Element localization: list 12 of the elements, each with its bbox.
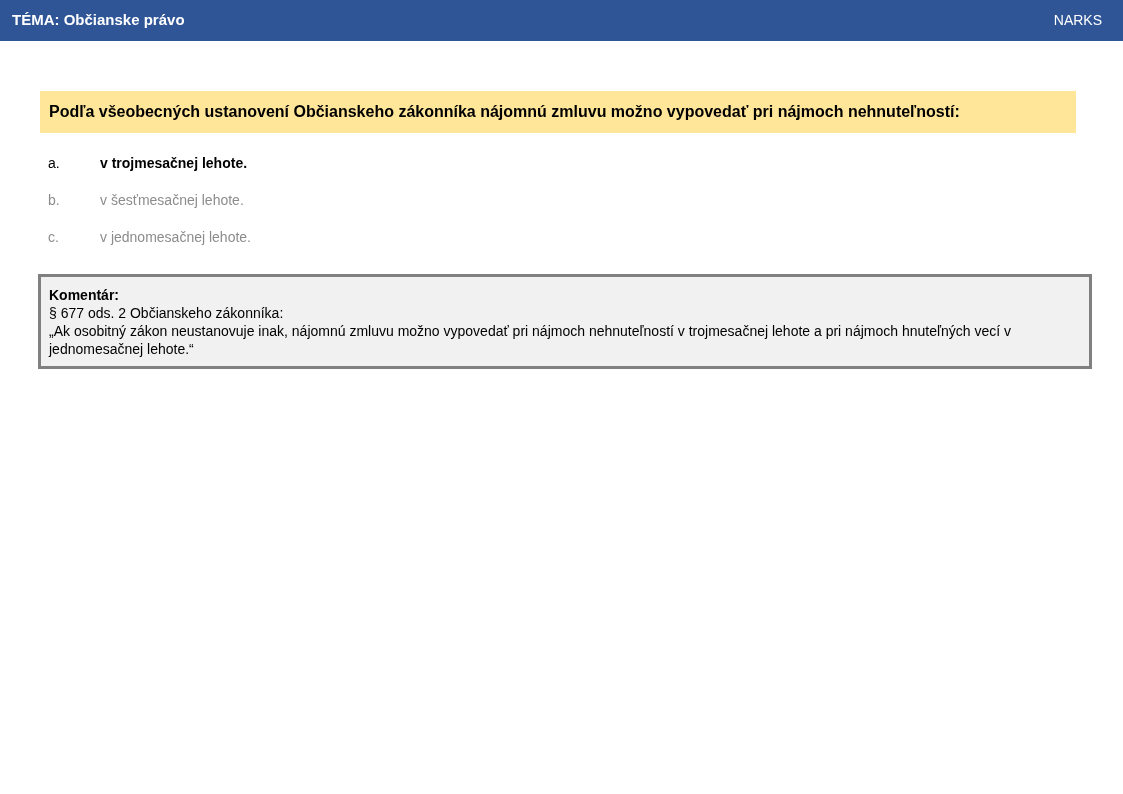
comment-source: § 677 ods. 2 Občianskeho zákonníka: xyxy=(49,304,285,322)
answer-option: v šesťmesačnej lehote. xyxy=(100,190,244,211)
brand-label: NARKS xyxy=(1053,11,1102,30)
answer-letter: a. xyxy=(48,154,61,173)
comment-quote: „Ak osobitný zákon neustanovuje inak, nájomnú zmluvu možno vypovedať pri nájmoch nehnuteľností v trojmesačnej lehote a pri nájmoch hnuteľných vecí v jednomesačnej lehote.“ xyxy=(49,322,1013,358)
topic-title: TÉMA: Občianske právo xyxy=(12,10,185,31)
answer-option: v trojmesačnej lehote. xyxy=(100,153,248,174)
comment-heading: Komentár: xyxy=(49,286,120,304)
answer-option: v jednomesačnej lehote. xyxy=(100,227,251,248)
answer-letter: c. xyxy=(48,228,60,247)
question-text: Podľa všeobecných ustanovení Občianskeho zákonníka nájomnú zmluvu možno vypovedať pri nájmoch nehnuteľností: xyxy=(40,91,1076,133)
answer-letter: b. xyxy=(48,191,61,210)
